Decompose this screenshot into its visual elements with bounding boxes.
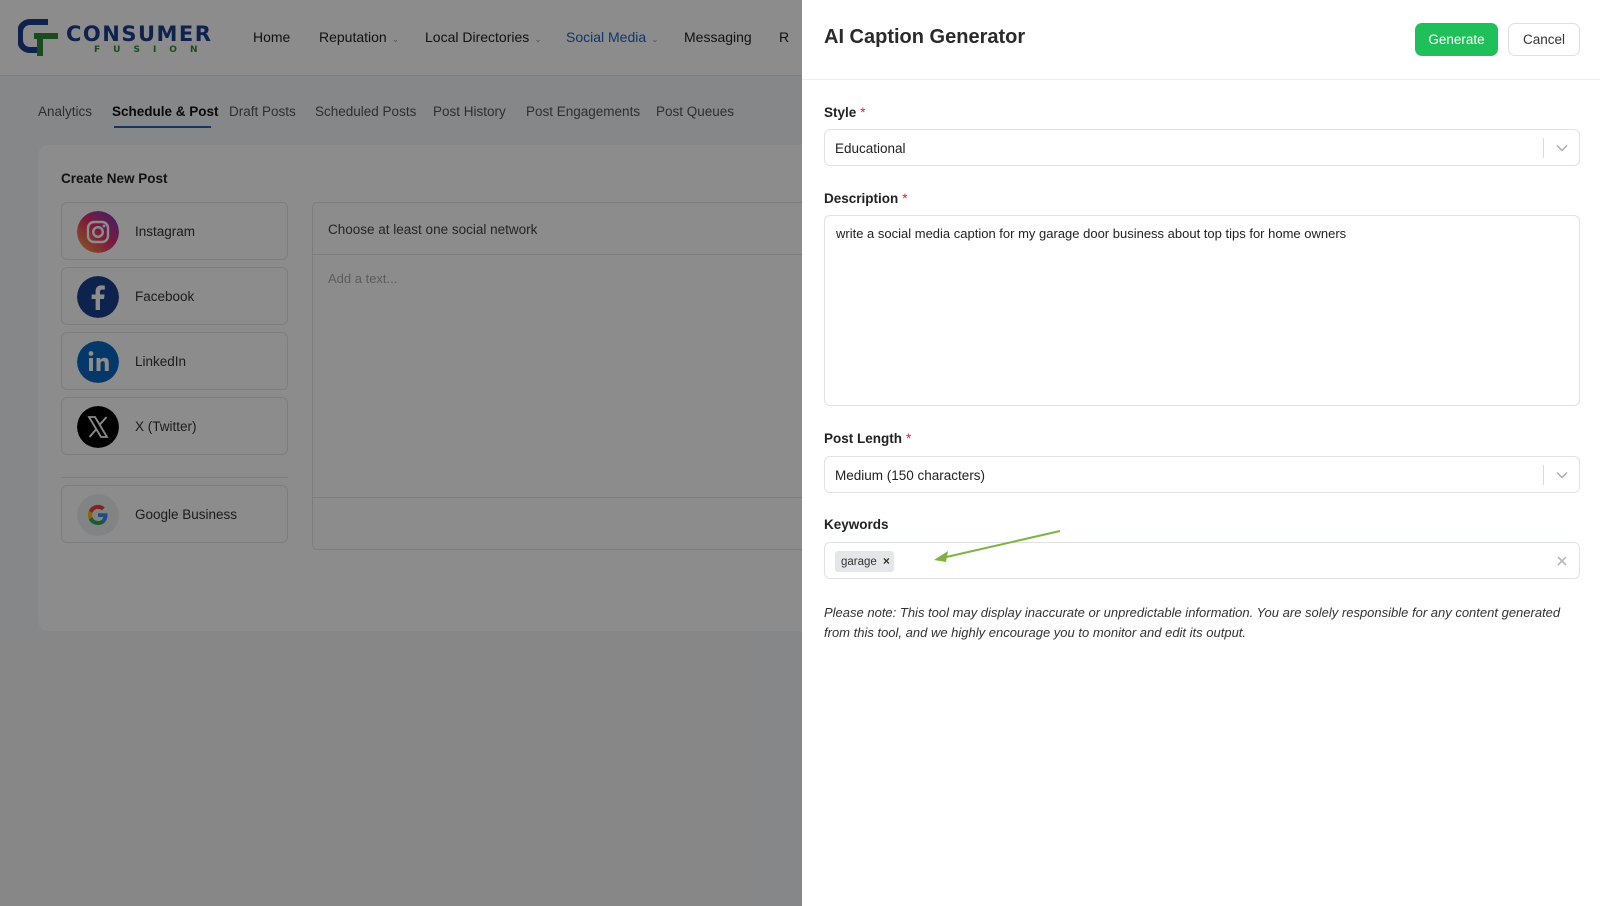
annotation-arrow-icon	[934, 530, 1061, 562]
remove-tag-icon[interactable]: ×	[883, 551, 890, 572]
description-label: Description *	[824, 191, 908, 206]
description-label-text: Description	[824, 191, 899, 206]
style-select-value: Educational	[835, 141, 906, 156]
disclaimer-note: Please note: This tool may display inacc…	[824, 605, 1561, 640]
style-select[interactable]: Educational	[824, 129, 1580, 166]
chevron-down-icon[interactable]	[1555, 142, 1569, 154]
clear-icon[interactable]	[1555, 554, 1569, 568]
required-mark: *	[906, 431, 912, 446]
post-length-select-value: Medium (150 characters)	[835, 468, 986, 483]
required-mark: *	[902, 191, 908, 206]
post-length-select[interactable]: Medium (150 characters)	[824, 456, 1580, 493]
modal-backdrop[interactable]	[0, 0, 802, 906]
ai-caption-generator-drawer: AI Caption Generator Generate Cancel Sty…	[802, 0, 1600, 906]
select-divider	[1543, 465, 1544, 485]
chevron-down-icon[interactable]	[1555, 469, 1569, 481]
select-divider	[1543, 138, 1544, 158]
description-textarea[interactable]: write a social media caption for my gara…	[824, 215, 1580, 406]
drawer-header: AI Caption Generator Generate Cancel	[802, 0, 1600, 80]
style-label-text: Style	[824, 105, 857, 120]
drawer-title: AI Caption Generator	[824, 26, 1026, 48]
keyword-tag-text: garage	[841, 556, 877, 568]
keyword-tag: garage ×	[835, 551, 894, 572]
cancel-button[interactable]: Cancel	[1508, 23, 1580, 56]
keywords-label: Keywords	[824, 517, 889, 532]
post-length-label: Post Length *	[824, 431, 911, 446]
style-label: Style *	[824, 105, 866, 120]
required-mark: *	[860, 105, 866, 120]
generate-button[interactable]: Generate	[1415, 23, 1498, 56]
post-length-label-text: Post Length	[824, 431, 902, 446]
